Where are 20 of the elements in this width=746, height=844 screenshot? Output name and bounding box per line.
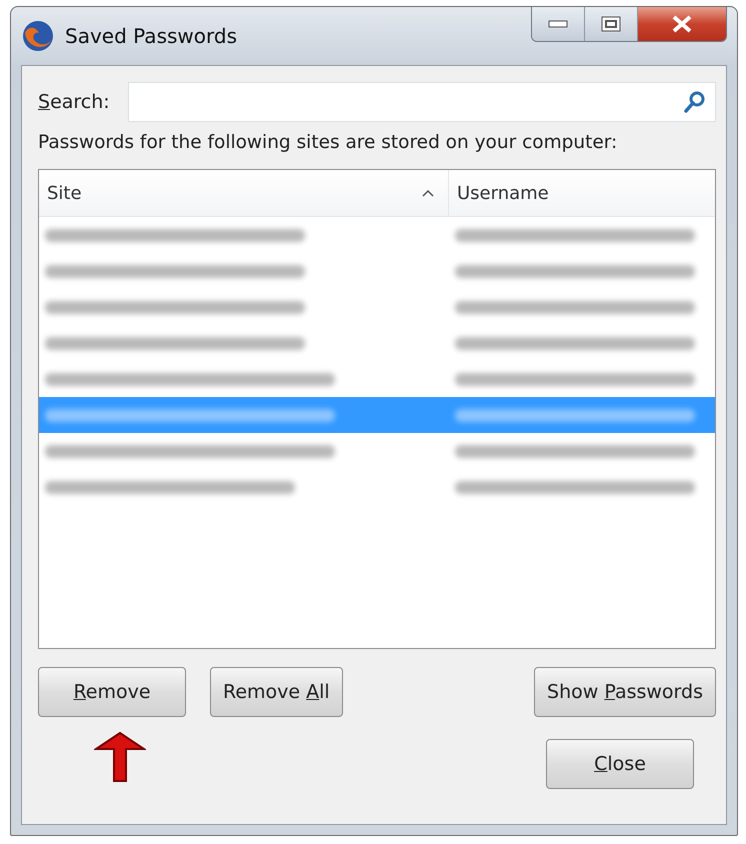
column-header[interactable]: Username	[449, 170, 715, 216]
close-dialog-button[interactable]: Close	[546, 739, 694, 789]
search-label: Search:	[38, 91, 110, 113]
up-arrow-icon	[94, 731, 146, 783]
show-passwords-button[interactable]: Show Passwords	[534, 667, 716, 717]
browser-logo-icon	[21, 19, 55, 53]
minimize-icon[interactable]	[548, 20, 568, 28]
column-header[interactable]: Site	[39, 170, 449, 216]
maximize-icon[interactable]	[601, 16, 621, 32]
table-row[interactable]	[39, 397, 715, 433]
search-field[interactable]	[128, 82, 716, 122]
remove-button[interactable]: Remove	[38, 667, 186, 717]
description-text: Passwords for the following sites are stored on your computer:	[38, 132, 618, 153]
maximize-button[interactable]	[585, 7, 638, 41]
search-icon[interactable]	[683, 90, 707, 114]
minimize-button[interactable]	[532, 7, 585, 41]
close-icon[interactable]	[671, 14, 693, 34]
window-title: Saved Passwords	[65, 24, 237, 48]
close-button[interactable]	[638, 7, 726, 41]
remove-all-button[interactable]: Remove All	[210, 667, 343, 717]
